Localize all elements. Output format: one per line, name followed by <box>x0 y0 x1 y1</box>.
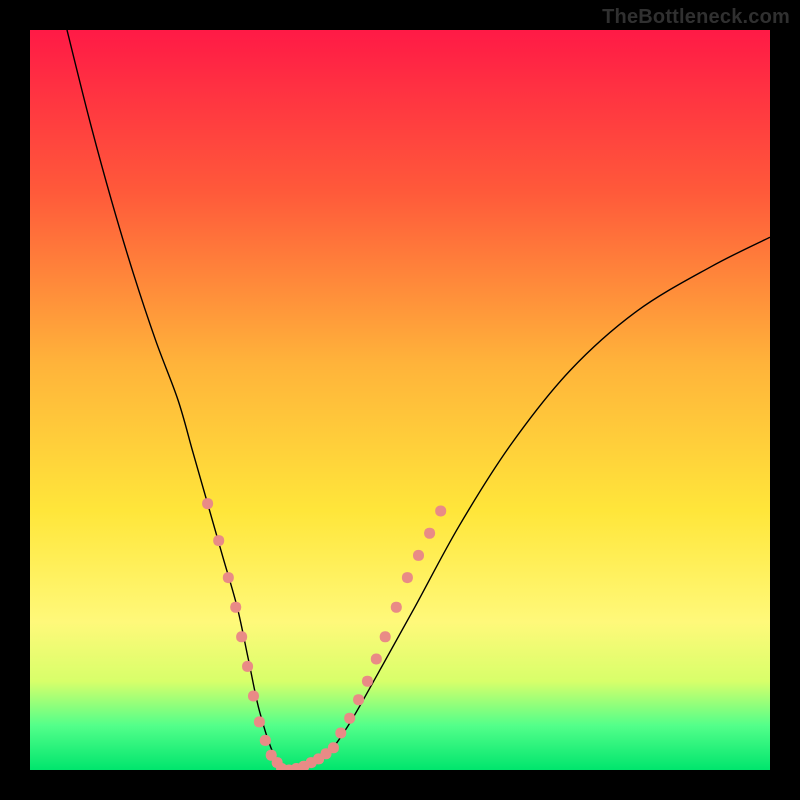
marker-markers_right <box>344 713 355 724</box>
marker-markers_right <box>402 572 413 583</box>
gradient-background <box>30 30 770 770</box>
marker-markers_left <box>202 498 213 509</box>
marker-markers_right <box>371 654 382 665</box>
plot-area <box>30 30 770 770</box>
marker-markers_right <box>413 550 424 561</box>
marker-markers_right <box>391 602 402 613</box>
marker-markers_left <box>248 691 259 702</box>
marker-markers_left <box>254 716 265 727</box>
marker-markers_right <box>353 694 364 705</box>
marker-markers_left <box>213 535 224 546</box>
marker-markers_right <box>335 728 346 739</box>
marker-markers_left <box>223 572 234 583</box>
marker-markers_left <box>260 735 271 746</box>
marker-markers_left <box>242 661 253 672</box>
marker-markers_right <box>362 676 373 687</box>
marker-markers_right <box>424 528 435 539</box>
marker-markers_right <box>380 631 391 642</box>
chart-frame: TheBottleneck.com <box>0 0 800 800</box>
marker-markers_bottom <box>328 742 339 753</box>
marker-markers_right <box>435 506 446 517</box>
marker-markers_left <box>236 631 247 642</box>
chart-svg <box>30 30 770 770</box>
watermark-text: TheBottleneck.com <box>602 6 790 29</box>
marker-markers_left <box>230 602 241 613</box>
